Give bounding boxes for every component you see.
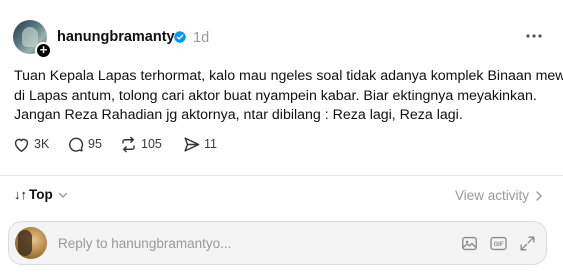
chevron-down-icon [58, 192, 67, 198]
svg-text:GIF: GIF [494, 242, 504, 248]
view-activity-label: View activity [455, 188, 530, 203]
post-timestamp[interactable]: 1d [193, 30, 209, 46]
post-text-line: Tuan Kepala Lapas terhormat, kalo mau ng… [14, 68, 563, 84]
sort-arrows-icon: ↓↑ [14, 187, 27, 202]
thread-post-card: + hanungbramantyo 1d Tuan Kepala Lapas t… [0, 0, 563, 272]
reply-composer[interactable]: Reply to hanungbramantyo... GIF [8, 221, 547, 265]
like-count: 3K [34, 137, 50, 151]
heart-icon [14, 138, 29, 152]
more-icon[interactable] [524, 28, 544, 44]
reply-button[interactable]: 95 [66, 134, 102, 154]
reply-input[interactable]: Reply to hanungbramantyo... [58, 236, 231, 251]
post-text-line: Jangan Reza Rahadian jg aktornya, ntar d… [14, 107, 463, 124]
sort-label: Top [29, 187, 53, 202]
share-button[interactable]: 11 [182, 134, 217, 154]
share-count: 11 [204, 137, 217, 151]
post-body-text: Tuan Kepala Lapas terhormat, kalo mau ng… [14, 67, 563, 126]
gif-icon[interactable]: GIF [489, 234, 508, 253]
current-user-avatar [15, 227, 47, 259]
author-username[interactable]: hanungbramantyo [57, 29, 183, 45]
comment-icon [69, 137, 84, 152]
follow-plus-icon[interactable]: + [35, 42, 52, 59]
repost-button[interactable]: 105 [119, 134, 162, 154]
chevron-right-icon [536, 190, 543, 201]
image-icon[interactable] [460, 234, 479, 253]
divider [0, 175, 563, 176]
post-text-line: di Lapas antum, tolong cari aktor buat n… [14, 87, 537, 104]
author-avatar[interactable]: + [13, 20, 52, 59]
sort-dropdown[interactable]: ↓↑ Top [14, 187, 68, 202]
reply-count: 95 [88, 137, 102, 151]
view-activity-link[interactable]: View activity [455, 188, 543, 203]
like-button[interactable]: 3K [12, 134, 49, 154]
verified-badge-icon [173, 30, 187, 44]
expand-icon[interactable] [518, 234, 537, 253]
repost-count: 105 [141, 137, 162, 151]
send-icon [184, 136, 200, 152]
repost-icon [122, 136, 135, 152]
